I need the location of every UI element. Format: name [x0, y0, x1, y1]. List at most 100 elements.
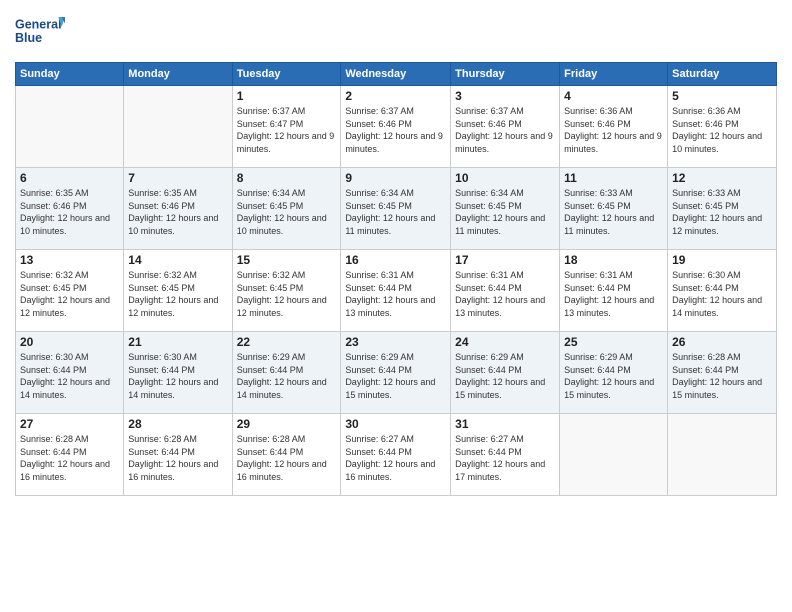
- day-number: 27: [20, 417, 119, 431]
- calendar-cell: 21 Sunrise: 6:30 AM Sunset: 6:44 PM Dayli…: [124, 332, 232, 414]
- calendar-cell: 2 Sunrise: 6:37 AM Sunset: 6:46 PM Daylig…: [341, 86, 451, 168]
- day-info: Sunrise: 6:28 AM Sunset: 6:44 PM Dayligh…: [20, 433, 119, 483]
- day-info: Sunrise: 6:32 AM Sunset: 6:45 PM Dayligh…: [237, 269, 337, 319]
- calendar-cell: 30Sunrise: 6:27 AM Sunset: 6:44 PM Dayli…: [341, 414, 451, 496]
- calendar-cell: 16 Sunrise: 6:31 AM Sunset: 6:44 PM Dayli…: [341, 250, 451, 332]
- day-info: Sunrise: 6:36 AM Sunset: 6:46 PM Dayligh…: [672, 105, 772, 155]
- day-number: 29: [237, 417, 337, 431]
- calendar-cell: 14 Sunrise: 6:32 AM Sunset: 6:45 PM Dayli…: [124, 250, 232, 332]
- calendar-cell: 19Sunrise: 6:30 AM Sunset: 6:44 PM Dayli…: [668, 250, 777, 332]
- day-number: 7: [128, 171, 227, 185]
- day-info: Sunrise: 6:31 AM Sunset: 6:44 PM Dayligh…: [564, 269, 663, 319]
- calendar-week-row: 6 Sunrise: 6:35 AM Sunset: 6:46 PM Daylig…: [16, 168, 777, 250]
- day-number: 8: [237, 171, 337, 185]
- day-info: Sunrise: 6:35 AM Sunset: 6:46 PM Dayligh…: [20, 187, 119, 237]
- day-number: 28: [128, 417, 227, 431]
- day-number: 23: [345, 335, 446, 349]
- calendar-cell: 29 Sunrise: 6:28 AM Sunset: 6:44 PM Dayli…: [232, 414, 341, 496]
- weekday-header-friday: Friday: [560, 63, 668, 86]
- day-number: 11: [564, 171, 663, 185]
- calendar-cell: [124, 86, 232, 168]
- logo: General Blue: [15, 10, 65, 54]
- generalblue-logo-icon: General Blue: [15, 10, 65, 54]
- weekday-header-sunday: Sunday: [16, 63, 124, 86]
- day-number: 13: [20, 253, 119, 267]
- day-number: 1: [237, 89, 337, 103]
- day-number: 10: [455, 171, 555, 185]
- calendar-cell: 12Sunrise: 6:33 AM Sunset: 6:45 PM Dayli…: [668, 168, 777, 250]
- day-info: Sunrise: 6:29 AM Sunset: 6:44 PM Dayligh…: [455, 351, 555, 401]
- day-info: Sunrise: 6:29 AM Sunset: 6:44 PM Dayligh…: [345, 351, 446, 401]
- day-info: Sunrise: 6:30 AM Sunset: 6:44 PM Dayligh…: [672, 269, 772, 319]
- svg-text:Blue: Blue: [15, 31, 42, 45]
- calendar-cell: 7 Sunrise: 6:35 AM Sunset: 6:46 PM Daylig…: [124, 168, 232, 250]
- weekday-header-monday: Monday: [124, 63, 232, 86]
- day-info: Sunrise: 6:31 AM Sunset: 6:44 PM Dayligh…: [345, 269, 446, 319]
- day-info: Sunrise: 6:27 AM Sunset: 6:44 PM Dayligh…: [455, 433, 555, 483]
- calendar-cell: 22 Sunrise: 6:29 AM Sunset: 6:44 PM Dayli…: [232, 332, 341, 414]
- calendar-cell: 23 Sunrise: 6:29 AM Sunset: 6:44 PM Dayli…: [341, 332, 451, 414]
- calendar-week-row: 27 Sunrise: 6:28 AM Sunset: 6:44 PM Dayli…: [16, 414, 777, 496]
- day-number: 31: [455, 417, 555, 431]
- day-info: Sunrise: 6:30 AM Sunset: 6:44 PM Dayligh…: [20, 351, 119, 401]
- calendar-cell: 13 Sunrise: 6:32 AM Sunset: 6:45 PM Dayli…: [16, 250, 124, 332]
- day-number: 17: [455, 253, 555, 267]
- calendar-cell: 5 Sunrise: 6:36 AM Sunset: 6:46 PM Daylig…: [668, 86, 777, 168]
- calendar-cell: 24 Sunrise: 6:29 AM Sunset: 6:44 PM Dayli…: [451, 332, 560, 414]
- day-info: Sunrise: 6:34 AM Sunset: 6:45 PM Dayligh…: [345, 187, 446, 237]
- day-number: 2: [345, 89, 446, 103]
- calendar-cell: 28 Sunrise: 6:28 AM Sunset: 6:44 PM Dayli…: [124, 414, 232, 496]
- day-number: 9: [345, 171, 446, 185]
- calendar-cell: [16, 86, 124, 168]
- page: General Blue SundayMondayTuesdayWednesda…: [0, 0, 792, 612]
- day-info: Sunrise: 6:28 AM Sunset: 6:44 PM Dayligh…: [672, 351, 772, 401]
- day-number: 4: [564, 89, 663, 103]
- day-number: 6: [20, 171, 119, 185]
- day-number: 5: [672, 89, 772, 103]
- day-info: Sunrise: 6:30 AM Sunset: 6:44 PM Dayligh…: [128, 351, 227, 401]
- calendar-cell: 31 Sunrise: 6:27 AM Sunset: 6:44 PM Dayli…: [451, 414, 560, 496]
- day-number: 18: [564, 253, 663, 267]
- day-info: Sunrise: 6:28 AM Sunset: 6:44 PM Dayligh…: [237, 433, 337, 483]
- day-info: Sunrise: 6:32 AM Sunset: 6:45 PM Dayligh…: [20, 269, 119, 319]
- day-number: 30: [345, 417, 446, 431]
- weekday-header-thursday: Thursday: [451, 63, 560, 86]
- svg-text:General: General: [15, 18, 62, 32]
- calendar-cell: [668, 414, 777, 496]
- day-number: 12: [672, 171, 772, 185]
- day-info: Sunrise: 6:36 AM Sunset: 6:46 PM Dayligh…: [564, 105, 663, 155]
- calendar-cell: 10Sunrise: 6:34 AM Sunset: 6:45 PM Dayli…: [451, 168, 560, 250]
- day-number: 22: [237, 335, 337, 349]
- calendar-cell: 27 Sunrise: 6:28 AM Sunset: 6:44 PM Dayli…: [16, 414, 124, 496]
- day-number: 24: [455, 335, 555, 349]
- day-number: 3: [455, 89, 555, 103]
- day-number: 25: [564, 335, 663, 349]
- day-number: 26: [672, 335, 772, 349]
- calendar-cell: 1 Sunrise: 6:37 AM Sunset: 6:47 PM Daylig…: [232, 86, 341, 168]
- day-info: Sunrise: 6:35 AM Sunset: 6:46 PM Dayligh…: [128, 187, 227, 237]
- day-info: Sunrise: 6:32 AM Sunset: 6:45 PM Dayligh…: [128, 269, 227, 319]
- day-info: Sunrise: 6:37 AM Sunset: 6:46 PM Dayligh…: [455, 105, 555, 155]
- day-number: 14: [128, 253, 227, 267]
- weekday-header-tuesday: Tuesday: [232, 63, 341, 86]
- day-number: 16: [345, 253, 446, 267]
- calendar-week-row: 20Sunrise: 6:30 AM Sunset: 6:44 PM Dayli…: [16, 332, 777, 414]
- weekday-header-row: SundayMondayTuesdayWednesdayThursdayFrid…: [16, 63, 777, 86]
- calendar-cell: 17Sunrise: 6:31 AM Sunset: 6:44 PM Dayli…: [451, 250, 560, 332]
- day-info: Sunrise: 6:34 AM Sunset: 6:45 PM Dayligh…: [237, 187, 337, 237]
- calendar-week-row: 1 Sunrise: 6:37 AM Sunset: 6:47 PM Daylig…: [16, 86, 777, 168]
- header: General Blue: [15, 10, 777, 54]
- day-number: 15: [237, 253, 337, 267]
- weekday-header-saturday: Saturday: [668, 63, 777, 86]
- weekday-header-wednesday: Wednesday: [341, 63, 451, 86]
- calendar-table: SundayMondayTuesdayWednesdayThursdayFrid…: [15, 62, 777, 496]
- day-number: 21: [128, 335, 227, 349]
- calendar-cell: 20Sunrise: 6:30 AM Sunset: 6:44 PM Dayli…: [16, 332, 124, 414]
- calendar-cell: 6 Sunrise: 6:35 AM Sunset: 6:46 PM Daylig…: [16, 168, 124, 250]
- calendar-cell: 3 Sunrise: 6:37 AM Sunset: 6:46 PM Daylig…: [451, 86, 560, 168]
- day-info: Sunrise: 6:37 AM Sunset: 6:47 PM Dayligh…: [237, 105, 337, 155]
- day-info: Sunrise: 6:37 AM Sunset: 6:46 PM Dayligh…: [345, 105, 446, 155]
- day-info: Sunrise: 6:29 AM Sunset: 6:44 PM Dayligh…: [237, 351, 337, 401]
- day-info: Sunrise: 6:33 AM Sunset: 6:45 PM Dayligh…: [564, 187, 663, 237]
- day-info: Sunrise: 6:28 AM Sunset: 6:44 PM Dayligh…: [128, 433, 227, 483]
